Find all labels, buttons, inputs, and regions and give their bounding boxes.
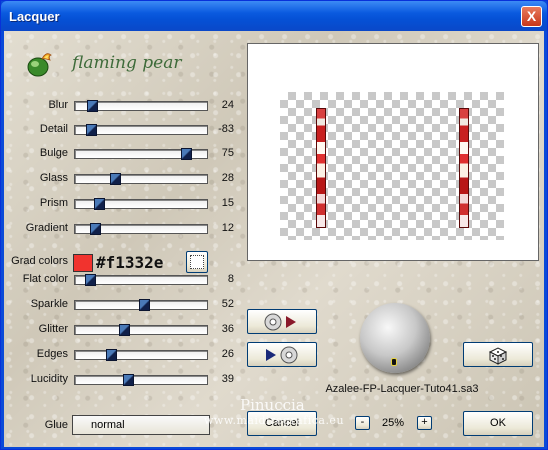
random-button[interactable] xyxy=(463,342,533,367)
grad-colors-label: Grad colors xyxy=(11,255,68,267)
prism-slider-thumb[interactable] xyxy=(93,198,105,210)
glitter-slider-thumb[interactable] xyxy=(118,324,130,336)
preview-panel[interactable] xyxy=(247,43,539,261)
edges-slider[interactable] xyxy=(74,349,208,361)
blur-slider-thumb[interactable] xyxy=(87,100,99,112)
lucidity-label: Lucidity xyxy=(30,373,68,385)
gradient-value: 12 xyxy=(221,222,234,234)
sparkle-slider-thumb[interactable] xyxy=(138,299,150,311)
preview-position-knob[interactable] xyxy=(360,303,430,373)
prism-slider[interactable] xyxy=(74,198,208,210)
preview-transparency-grid xyxy=(280,92,504,240)
watermark-url: www.maidiregrafica.eu xyxy=(204,414,345,427)
gradient-color-swatch[interactable] xyxy=(73,254,93,272)
sparkle-label: Sparkle xyxy=(30,298,68,310)
edges-slider-thumb[interactable] xyxy=(105,349,117,361)
blur-value: 24 xyxy=(221,99,234,111)
lacquer-strip-left xyxy=(316,108,326,228)
second-color-swatch xyxy=(190,255,204,269)
glass-label: Glass xyxy=(39,172,68,184)
glass-slider[interactable] xyxy=(74,173,208,185)
close-button[interactable]: X xyxy=(521,6,542,27)
glass-slider-thumb[interactable] xyxy=(109,173,121,185)
glitter-slider[interactable] xyxy=(74,324,208,336)
glitter-label: Glitter xyxy=(38,323,68,335)
play-cd-icon xyxy=(266,346,298,364)
second-color-button[interactable] xyxy=(186,251,208,273)
prism-value: 15 xyxy=(221,197,234,209)
detail-label: Detail xyxy=(39,123,68,135)
glue-dropdown[interactable]: normal xyxy=(72,415,210,435)
edges-label: Edges xyxy=(36,348,68,360)
lacquer-dialog: Lacquer X flaming pear Blur 24 Detail -83 Bu… xyxy=(0,0,548,450)
bulge-value: 75 xyxy=(221,147,234,159)
glass-value: 28 xyxy=(221,172,234,184)
preset-filename: Azalee-FP-Lacquer-Tuto41.sa3 xyxy=(325,383,479,395)
detail-slider-thumb[interactable] xyxy=(85,124,97,136)
zoom-out-button[interactable]: - xyxy=(355,416,370,430)
glue-label: Glue xyxy=(44,419,68,431)
sparkle-value: 52 xyxy=(221,298,234,310)
dice-icon xyxy=(488,347,508,365)
detail-slider[interactable] xyxy=(74,124,208,136)
window-title: Lacquer xyxy=(9,9,60,24)
watermark-name: Pinuccia xyxy=(240,396,305,414)
lucidity-value: 39 xyxy=(221,373,234,385)
zoom-in-button[interactable]: + xyxy=(417,416,432,430)
prism-label: Prism xyxy=(39,197,68,209)
gradient-slider-thumb[interactable] xyxy=(89,223,101,235)
flat-color-slider[interactable] xyxy=(74,274,208,286)
title-bar[interactable]: Lacquer X xyxy=(1,1,547,31)
sparkle-slider[interactable] xyxy=(74,299,208,311)
gradient-slider[interactable] xyxy=(74,223,208,235)
blur-label: Blur xyxy=(48,99,68,111)
knob-indicator xyxy=(391,358,397,366)
lucidity-slider[interactable] xyxy=(74,374,208,386)
glitter-value: 36 xyxy=(221,323,234,335)
flat-color-slider-thumb[interactable] xyxy=(84,274,96,286)
gradient-label: Gradient xyxy=(25,222,68,234)
bulge-label: Bulge xyxy=(39,147,68,159)
dialog-body: flaming pear Blur 24 Detail -83 Bulge 75 Glass… xyxy=(4,31,544,447)
flaming-pear-logo-icon xyxy=(27,53,52,77)
cd-play-icon xyxy=(264,313,296,331)
zoom-level: 25% xyxy=(381,417,405,429)
edges-value: 26 xyxy=(221,348,234,360)
blur-slider[interactable] xyxy=(74,100,208,112)
save-preset-button[interactable] xyxy=(247,342,317,367)
flat-color-value: 8 xyxy=(227,273,234,285)
brand-name: flaming pear xyxy=(72,53,182,73)
lucidity-slider-thumb[interactable] xyxy=(122,374,134,386)
lacquer-strip-right xyxy=(459,108,469,228)
gradient-color-hex: #f1332e xyxy=(96,253,164,272)
flat-color-label: Flat color xyxy=(22,273,68,285)
detail-value: -83 xyxy=(218,123,234,135)
bulge-slider-thumb[interactable] xyxy=(180,148,192,160)
load-preset-button[interactable] xyxy=(247,309,317,334)
ok-button[interactable]: OK xyxy=(463,411,533,436)
bulge-slider[interactable] xyxy=(74,148,208,160)
